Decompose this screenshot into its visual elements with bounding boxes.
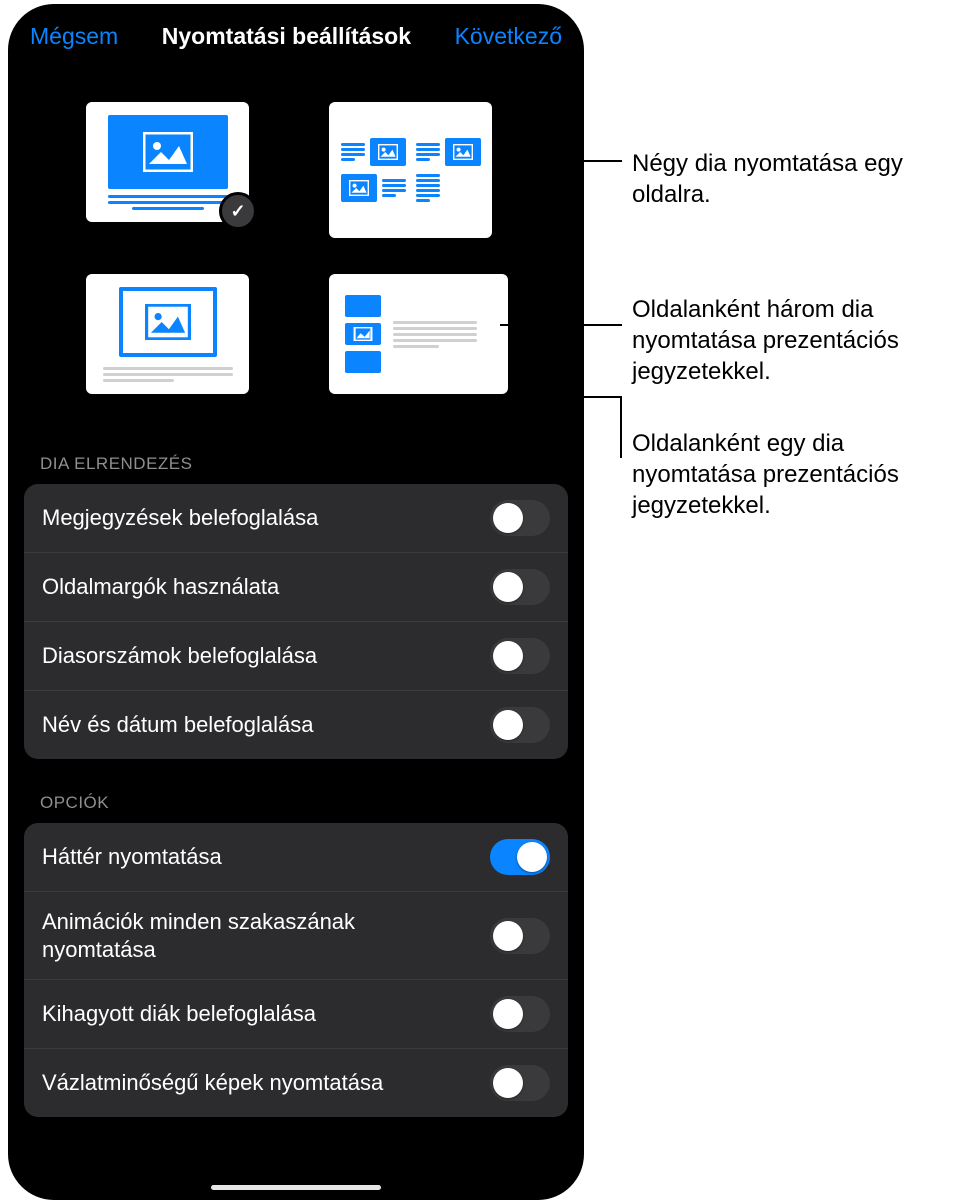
row-page-margins: Oldalmargók használata xyxy=(24,552,568,621)
section-header-options: OPCIÓK xyxy=(10,759,582,823)
layout-option-1-slide[interactable]: ✓ xyxy=(86,102,249,222)
row-draft-images: Vázlatminőségű képek nyomtatása xyxy=(24,1048,568,1117)
layout-thumbnails: ✓ xyxy=(10,66,582,404)
callout-leader xyxy=(500,160,622,162)
callout-leader xyxy=(170,396,172,438)
callout-leader xyxy=(500,324,622,326)
layout-option-4-slides[interactable] xyxy=(329,102,492,238)
toggle-include-skipped[interactable] xyxy=(490,996,550,1032)
toggle-draft-images[interactable] xyxy=(490,1065,550,1101)
row-name-date: Név és dátum belefoglalása xyxy=(24,690,568,759)
toggle-page-margins[interactable] xyxy=(490,569,550,605)
label: Név és dátum belefoglalása xyxy=(42,711,314,739)
row-print-background: Háttér nyomtatása xyxy=(24,823,568,891)
label: Vázlatminőségű képek nyomtatása xyxy=(42,1069,383,1097)
callout-leader xyxy=(170,396,622,398)
toggle-include-comments[interactable] xyxy=(490,500,550,536)
row-include-comments: Megjegyzések belefoglalása xyxy=(24,484,568,552)
row-print-build-stages: Animációk minden szakaszának nyomtatása xyxy=(24,891,568,979)
label: Megjegyzések belefoglalása xyxy=(42,504,318,532)
toggle-name-date[interactable] xyxy=(490,707,550,743)
cancel-button[interactable]: Mégsem xyxy=(30,23,118,50)
label: Háttér nyomtatása xyxy=(42,843,222,871)
home-indicator xyxy=(211,1185,381,1190)
next-button[interactable]: Következő xyxy=(455,23,562,50)
label: Diasorszámok belefoglalása xyxy=(42,642,317,670)
nav-bar: Mégsem Nyomtatási beállítások Következő xyxy=(10,6,582,66)
row-include-skipped: Kihagyott diák belefoglalása xyxy=(24,979,568,1048)
layout-settings-list: Megjegyzések belefoglalása Oldalmargók h… xyxy=(24,484,568,759)
callout-text-3up-notes: Oldalanként három dia nyomtatása prezent… xyxy=(632,294,962,388)
toggle-slide-numbers[interactable] xyxy=(490,638,550,674)
layout-option-3-slides-notes[interactable] xyxy=(329,274,508,394)
label: Kihagyott diák belefoglalása xyxy=(42,1000,316,1028)
section-header-layout: DIA ELRENDEZÉS xyxy=(10,404,582,484)
toggle-print-build-stages[interactable] xyxy=(490,918,550,954)
print-settings-panel: Mégsem Nyomtatási beállítások Következő … xyxy=(10,6,582,1198)
layout-option-1-slide-notes[interactable] xyxy=(86,274,249,394)
callout-text-1up-notes: Oldalanként egy dia nyomtatása prezentác… xyxy=(632,428,962,522)
options-list: Háttér nyomtatása Animációk minden szaka… xyxy=(24,823,568,1117)
toggle-print-background[interactable] xyxy=(490,839,550,875)
row-slide-numbers: Diasorszámok belefoglalása xyxy=(24,621,568,690)
label: Animációk minden szakaszának nyomtatása xyxy=(42,908,442,963)
callout-leader xyxy=(620,396,622,458)
callout-text-4up: Négy dia nyomtatása egy oldalra. xyxy=(632,148,952,210)
label: Oldalmargók használata xyxy=(42,573,279,601)
checkmark-icon: ✓ xyxy=(219,192,257,230)
page-title: Nyomtatási beállítások xyxy=(162,23,411,50)
